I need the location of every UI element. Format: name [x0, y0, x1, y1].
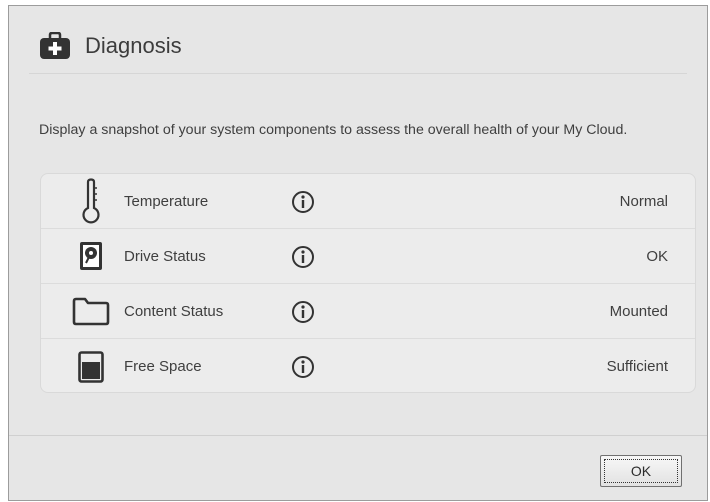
diagnostic-value: Mounted	[609, 302, 668, 320]
dialog-description: Display a snapshot of your system compon…	[39, 122, 628, 138]
info-icon[interactable]	[291, 300, 315, 324]
storage-gauge-icon	[63, 339, 119, 394]
diagnosis-dialog: Diagnosis Display a snapshot of your sys…	[8, 5, 708, 501]
diagnostic-value: Sufficient	[606, 358, 668, 375]
diagnostic-row-temperature: Temperature Normal	[41, 174, 695, 229]
diagnostic-label: Content Status	[124, 302, 224, 320]
hard-drive-icon	[63, 229, 119, 284]
diagnostic-label: Free Space	[124, 358, 202, 375]
diagnostic-value: Normal	[619, 192, 668, 210]
dialog-title: Diagnosis	[85, 32, 182, 58]
footer-divider	[9, 435, 707, 436]
diagnostic-label: Temperature	[124, 192, 209, 210]
dialog-header: Diagnosis	[29, 18, 687, 74]
info-icon[interactable]	[291, 355, 315, 379]
diagnostic-row-content-status: Content Status Mounted	[41, 284, 695, 339]
first-aid-kit-icon	[39, 31, 71, 60]
info-icon[interactable]	[291, 190, 315, 214]
diagnostic-row-free-space: Free Space Sufficient	[41, 339, 695, 394]
ok-button-label: OK	[630, 463, 652, 479]
ok-button[interactable]: OK	[600, 455, 682, 487]
thermometer-icon	[63, 174, 119, 229]
diagnostic-value: OK	[646, 247, 668, 265]
folder-icon	[63, 284, 119, 339]
diagnostic-row-drive-status: Drive Status OK	[41, 229, 695, 284]
info-icon[interactable]	[291, 245, 315, 269]
diagnostic-label: Drive Status	[124, 247, 206, 265]
diagnostics-panel: Temperature Normal Drive Status OK Conte…	[40, 173, 696, 393]
